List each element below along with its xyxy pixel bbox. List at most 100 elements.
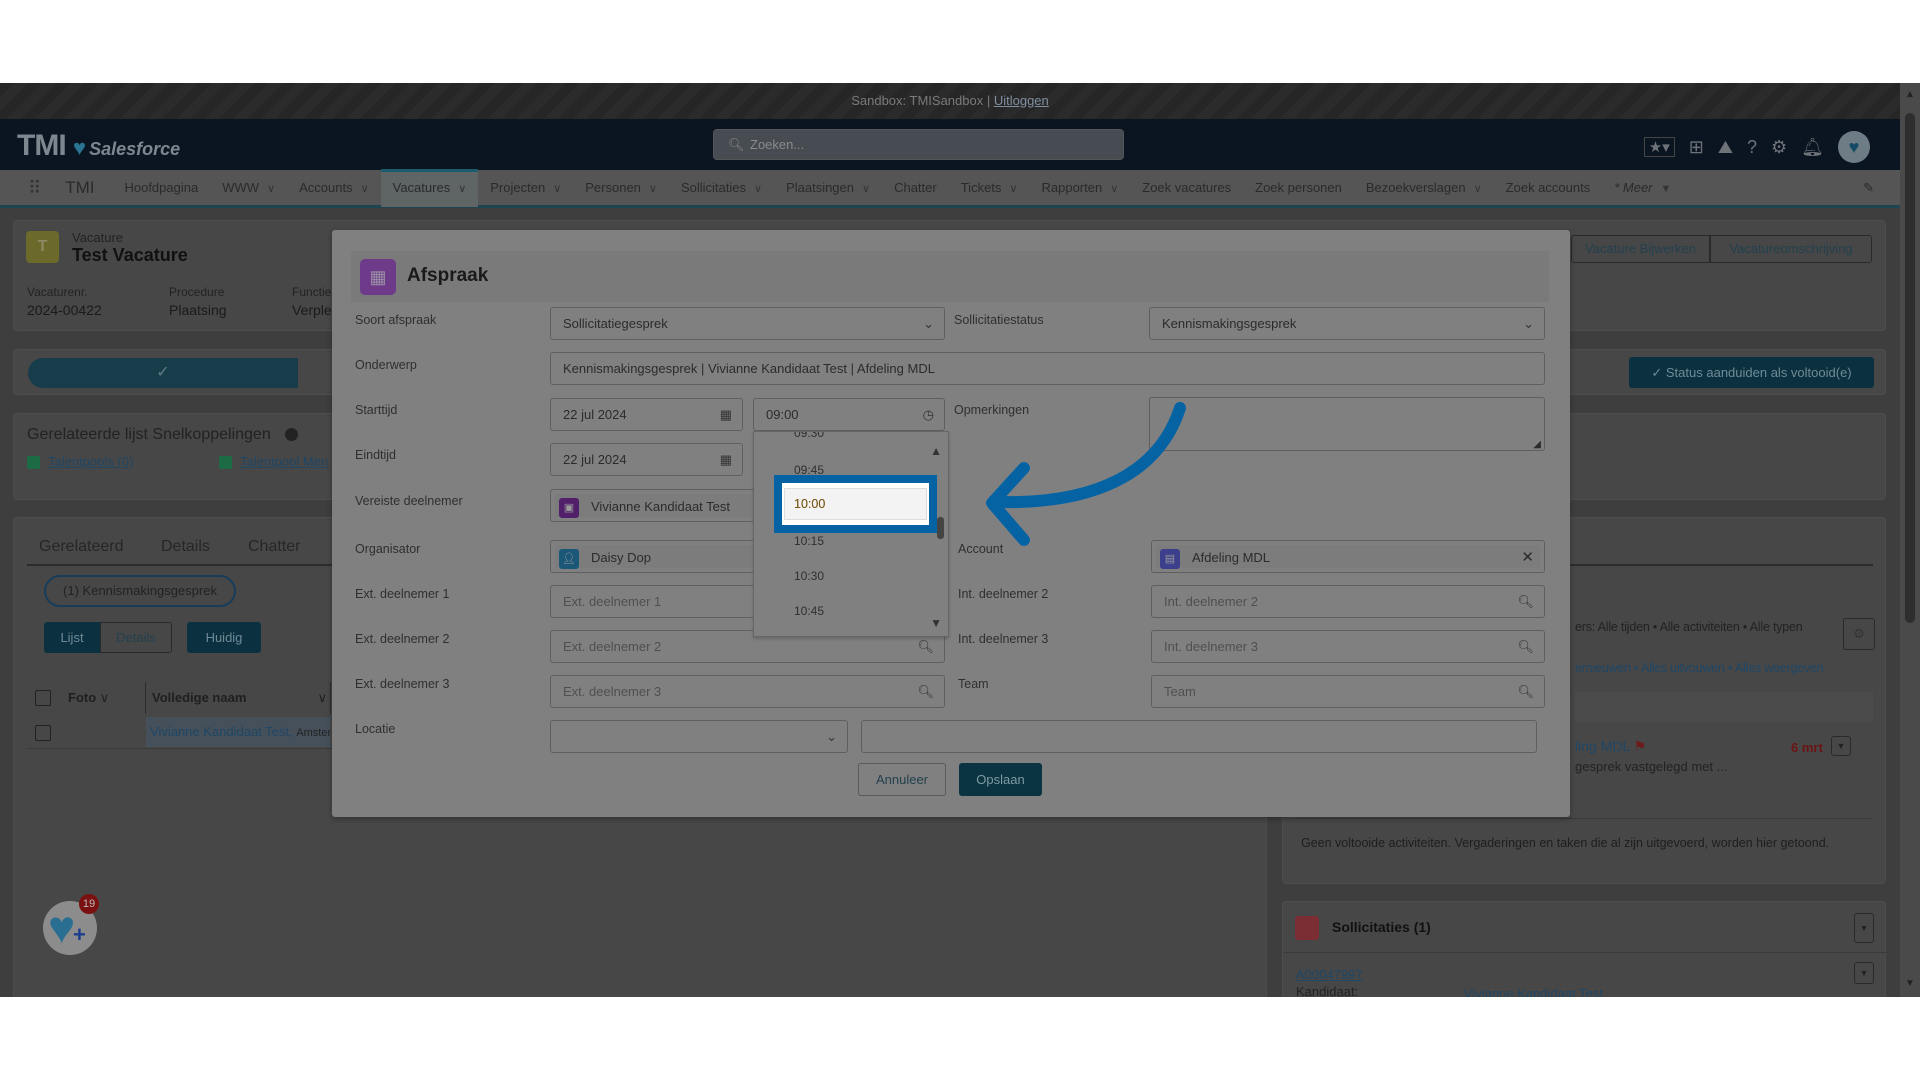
label-organisator: Organisator: [355, 542, 421, 556]
scroll-up-icon: ▲: [1905, 89, 1915, 100]
start-date-input[interactable]: 22 jul 2024 ▦: [550, 398, 743, 431]
label-ext-deelnemer-3: Ext. deelnemer 3: [355, 677, 450, 691]
scroll-down-icon[interactable]: ▼: [930, 616, 942, 630]
onderwerp-input[interactable]: Kennismakingsgesprek | Vivianne Kandidaa…: [550, 352, 1545, 385]
end-date-input[interactable]: 22 jul 2024 ▦: [550, 443, 743, 476]
quicklink-talentpools[interactable]: Talentpools (0): [27, 454, 133, 470]
candidate-name-cell[interactable]: Vivianne Kandidaat Test, Amster: [146, 717, 330, 747]
nav-item-plaatsingen[interactable]: Plaatsingen ∨: [774, 169, 882, 207]
tab-details[interactable]: Details: [161, 538, 210, 556]
trailhead-icon[interactable]: ⛰: [1718, 137, 1733, 158]
sollicitatie-record-link[interactable]: A00047997: [1296, 967, 1363, 982]
activity-settings-gear-icon[interactable]: ⚙: [1843, 618, 1875, 650]
nav-item-chatter[interactable]: Chatter: [882, 169, 949, 207]
select-all-checkbox[interactable]: [35, 690, 51, 706]
kandidaat-link[interactable]: Vivianne Kandidaat Test: [1464, 986, 1603, 997]
time-option[interactable]: 09:30: [794, 432, 824, 440]
tab-chatter[interactable]: Chatter: [248, 538, 300, 556]
nav-item-personen[interactable]: Personen ∨: [573, 169, 669, 207]
highlighted-time-option[interactable]: 10:00 10:00: [774, 475, 937, 533]
help-icon[interactable]: ?: [1747, 137, 1757, 158]
caret-down-icon: ▼: [1660, 182, 1672, 195]
path-step-completed[interactable]: ✓: [28, 358, 298, 388]
time-option[interactable]: 10:45: [794, 604, 824, 618]
dropdown-scrollbar[interactable]: [937, 517, 944, 539]
tmi-logo[interactable]: TMI ♥ Salesforce: [17, 129, 180, 163]
app-launcher-icon[interactable]: ⠿: [0, 169, 53, 207]
ext-deelnemer-3-input[interactable]: Ext. deelnemer 3 🔍︎: [550, 675, 945, 708]
nav-item-sollicitaties[interactable]: Sollicitaties ∨: [669, 169, 774, 207]
sollicitatie-menu-icon[interactable]: ▼: [1854, 962, 1874, 984]
nav-item-projecten[interactable]: Projecten ∨: [478, 169, 573, 207]
settings-gear-icon[interactable]: ⚙: [1771, 137, 1787, 158]
talentpool-member-icon: [219, 456, 232, 470]
int-deelnemer-3-input[interactable]: Int. deelnemer 3 🔍︎: [1151, 630, 1545, 663]
logout-link[interactable]: Uitloggen: [994, 93, 1049, 108]
label-opmerkingen: Opmerkingen: [954, 403, 1030, 417]
global-search-input[interactable]: 🔍︎ Zoeken...: [713, 129, 1124, 160]
nav-item-rapporten[interactable]: Rapporten ∨: [1029, 169, 1130, 207]
favorites-star-icon[interactable]: ★▾: [1643, 137, 1675, 157]
chevron-down-icon: ∨: [458, 182, 467, 195]
tab-gerelateerd[interactable]: Gerelateerd: [39, 538, 124, 556]
nav-item-vacatures[interactable]: Vacatures ∨: [380, 168, 479, 207]
column-foto[interactable]: Foto ∨: [68, 690, 109, 706]
account-lookup[interactable]: ▤ Afdeling MDL ✕: [1151, 540, 1545, 573]
label-soort-afspraak: Soort afspraak: [355, 313, 437, 327]
sollicitaties-title[interactable]: Sollicitaties (1): [1332, 919, 1431, 935]
field-functie: Functie Verple: [292, 285, 332, 318]
huidig-button[interactable]: Huidig: [187, 622, 261, 653]
sollicitaties-menu-icon[interactable]: ▼: [1854, 913, 1874, 943]
start-time-input[interactable]: 09:00 ◷: [753, 398, 945, 431]
nav-item-meer[interactable]: * Meer ▼: [1602, 169, 1683, 207]
list-view-button[interactable]: Lijst: [44, 622, 100, 653]
cancel-button[interactable]: Annuleer: [858, 763, 946, 796]
add-icon[interactable]: ⊞: [1689, 137, 1704, 158]
chevron-down-icon: ⌄: [1523, 316, 1534, 331]
time-option[interactable]: 10:00: [794, 497, 825, 511]
int-deelnemer-2-input[interactable]: Int. deelnemer 2 🔍︎: [1151, 585, 1545, 618]
nav-item-zoek-accounts[interactable]: Zoek accounts: [1494, 169, 1603, 207]
time-option-selected-row[interactable]: 10:00 10:00: [784, 488, 927, 520]
activity-item-date: 6 mrt: [1791, 740, 1823, 755]
mark-status-complete-button[interactable]: ✓ Status aanduiden als voltooid(e): [1629, 357, 1874, 388]
save-button[interactable]: Opslaan: [959, 763, 1042, 796]
nav-item-zoek-personen[interactable]: Zoek personen: [1243, 169, 1354, 207]
opmerkingen-textarea[interactable]: ◢: [1149, 397, 1545, 451]
vacatureomschrijving-button[interactable]: Vacatureomschrijving: [1710, 235, 1872, 263]
activity-item-menu-icon[interactable]: ▼: [1831, 736, 1851, 756]
tmi-quick-action-button[interactable]: ♥ + 19: [43, 894, 99, 955]
expand-all-link[interactable]: Alles uitvouwen: [1641, 661, 1725, 675]
nav-item-www[interactable]: WWW ∨: [210, 169, 287, 207]
soort-afspraak-select[interactable]: Sollicitatiegesprek ⌄: [550, 307, 945, 340]
edit-nav-pencil-icon[interactable]: ✎: [1851, 169, 1886, 207]
notification-bell-icon[interactable]: 🔔︎: [1801, 137, 1824, 158]
nav-item-accounts[interactable]: Accounts ∨: [287, 169, 381, 207]
row-checkbox[interactable]: [35, 725, 51, 741]
scroll-up-icon[interactable]: ▲: [930, 444, 942, 458]
nav-item-tickets[interactable]: Tickets ∨: [949, 169, 1030, 207]
nav-item-zoek-vacatures[interactable]: Zoek vacatures: [1130, 169, 1243, 207]
column-volledige-naam[interactable]: Volledige naam ∨: [152, 690, 327, 706]
locatie-select[interactable]: ⌄: [550, 720, 848, 753]
activity-item-title[interactable]: ling MDL ⚑: [1575, 738, 1646, 755]
show-all-link[interactable]: Alles weergeven: [1735, 661, 1824, 675]
activity-item-description: gesprek vastgelegd met ...: [1575, 759, 1728, 774]
locatie-text-input[interactable]: [861, 720, 1537, 753]
search-icon: 🔍︎: [917, 684, 934, 699]
filter-chip[interactable]: (1) Kennismakingsgesprek: [44, 575, 236, 607]
nav-item-bezoekverslagen[interactable]: Bezoekverslagen ∨: [1354, 169, 1494, 207]
details-view-button[interactable]: Details: [100, 622, 172, 653]
page-scrollbar[interactable]: ▲ ▼: [1900, 83, 1920, 997]
quicklink-talentpool-members[interactable]: Talentpool Men: [219, 454, 328, 470]
vacature-bijwerken-button[interactable]: Vacature Bijwerken: [1571, 235, 1710, 263]
nav-item-hoofdpagina[interactable]: Hoofdpagina: [112, 169, 210, 207]
time-option[interactable]: 10:30: [794, 569, 824, 583]
calendar-icon: ▦: [360, 259, 396, 295]
team-input[interactable]: Team 🔍︎: [1151, 675, 1545, 708]
time-option[interactable]: 10:15: [794, 534, 824, 548]
avatar[interactable]: ♥: [1838, 131, 1870, 163]
clear-x-icon[interactable]: ✕: [1521, 545, 1534, 570]
refresh-link[interactable]: ernieuwen: [1575, 661, 1631, 675]
sollicitatiestatus-select[interactable]: Kennismakingsgesprek ⌄: [1149, 307, 1545, 340]
